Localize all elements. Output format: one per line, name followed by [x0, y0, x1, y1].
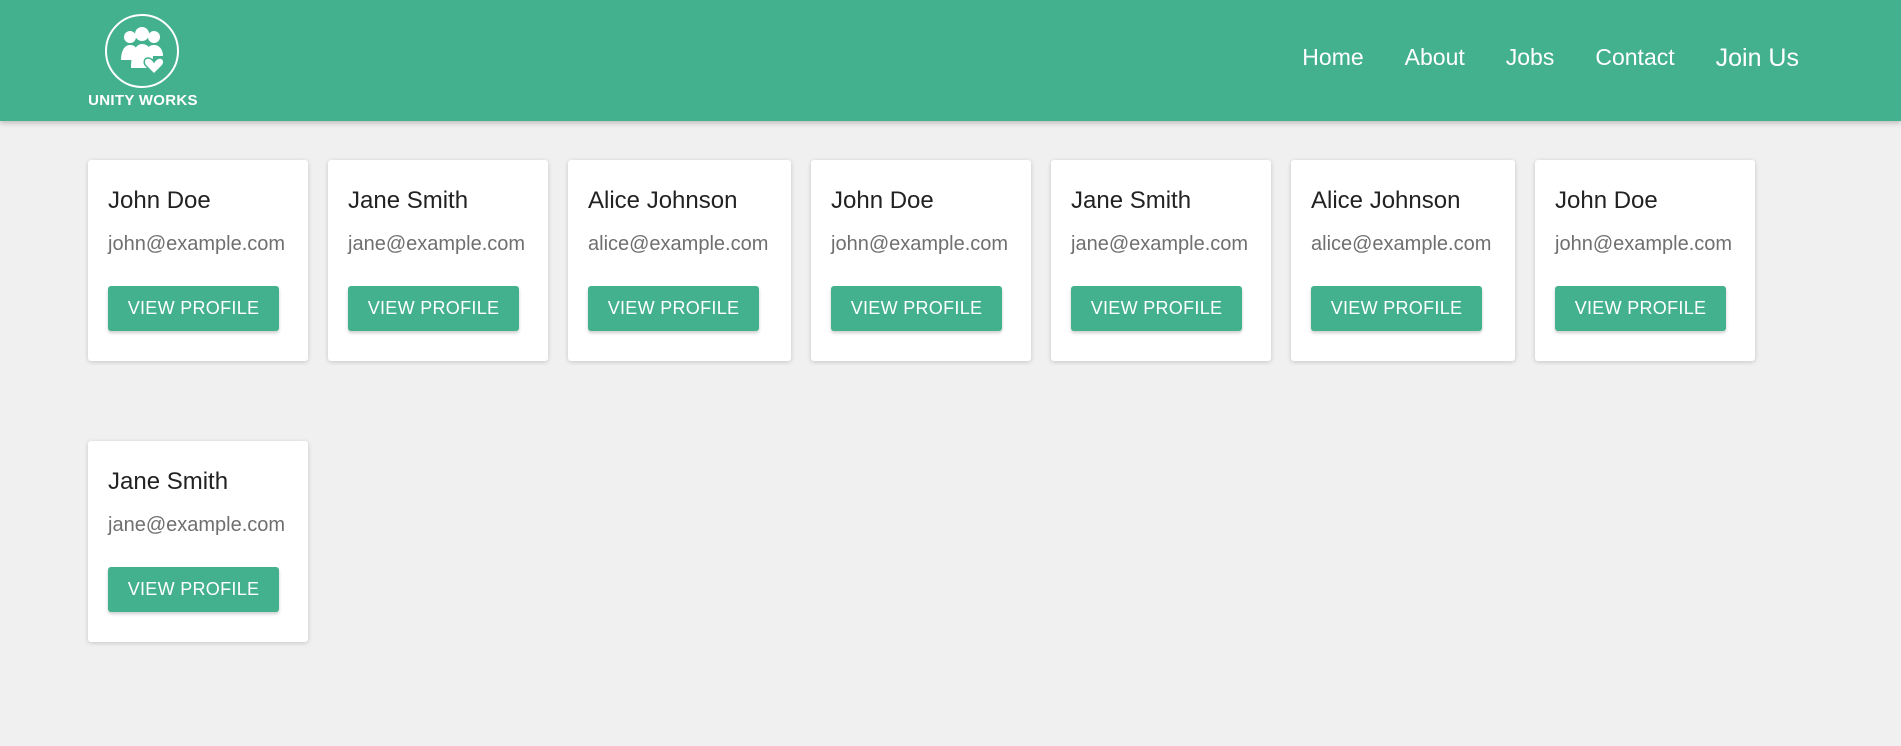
nav-contact-link[interactable]: Contact [1595, 44, 1674, 73]
site-header: UNITY WORKS Home About Jobs Contact Join… [0, 0, 1901, 121]
profile-email: alice@example.com [588, 233, 769, 255]
profile-card: Jane Smith jane@example.com VIEW PROFILE [328, 160, 548, 361]
nav-about-link[interactable]: About [1405, 44, 1465, 73]
profile-card: Alice Johnson alice@example.com VIEW PRO… [1291, 160, 1515, 361]
view-profile-button[interactable]: VIEW PROFILE [588, 286, 759, 331]
profile-name: Alice Johnson [1311, 187, 1461, 214]
view-profile-button[interactable]: VIEW PROFILE [1071, 286, 1242, 331]
profile-name: John Doe [831, 187, 934, 214]
profile-email: john@example.com [108, 233, 286, 255]
profile-name: Jane Smith [1071, 187, 1192, 214]
brand-name: UNITY WORKS [88, 92, 198, 109]
nav-home-link[interactable]: Home [1302, 44, 1363, 73]
profile-email: john@example.com [831, 233, 1009, 255]
profile-name: John Doe [1555, 187, 1658, 214]
profile-name: Jane Smith [348, 187, 469, 214]
profile-name: Jane Smith [108, 468, 229, 495]
nav-jobs-link[interactable]: Jobs [1506, 44, 1555, 73]
view-profile-button[interactable]: VIEW PROFILE [831, 286, 1002, 331]
profile-email: alice@example.com [1311, 233, 1492, 255]
profile-name: John Doe [108, 187, 211, 214]
main-nav: Home About Jobs Contact Join Us [1302, 44, 1799, 73]
view-profile-button[interactable]: VIEW PROFILE [1555, 286, 1726, 331]
brand-logo[interactable]: UNITY WORKS [84, 14, 202, 114]
profile-email: jane@example.com [108, 514, 286, 536]
profile-card: John Doe john@example.com VIEW PROFILE [1535, 160, 1755, 361]
people-heart-icon [105, 14, 179, 88]
view-profile-button[interactable]: VIEW PROFILE [348, 286, 519, 331]
profile-card: Alice Johnson alice@example.com VIEW PRO… [568, 160, 791, 361]
profile-name: Alice Johnson [588, 187, 738, 214]
profile-card: Jane Smith jane@example.com VIEW PROFILE [88, 441, 308, 642]
profile-email: jane@example.com [348, 233, 526, 255]
profile-card: John Doe john@example.com VIEW PROFILE [811, 160, 1031, 361]
nav-join-link[interactable]: Join Us [1716, 44, 1799, 73]
profile-card: Jane Smith jane@example.com VIEW PROFILE [1051, 160, 1271, 361]
profile-email: john@example.com [1555, 233, 1733, 255]
view-profile-button[interactable]: VIEW PROFILE [1311, 286, 1482, 331]
profile-email: jane@example.com [1071, 233, 1249, 255]
view-profile-button[interactable]: VIEW PROFILE [108, 567, 279, 612]
profile-card: John Doe john@example.com VIEW PROFILE [88, 160, 308, 361]
view-profile-button[interactable]: VIEW PROFILE [108, 286, 279, 331]
